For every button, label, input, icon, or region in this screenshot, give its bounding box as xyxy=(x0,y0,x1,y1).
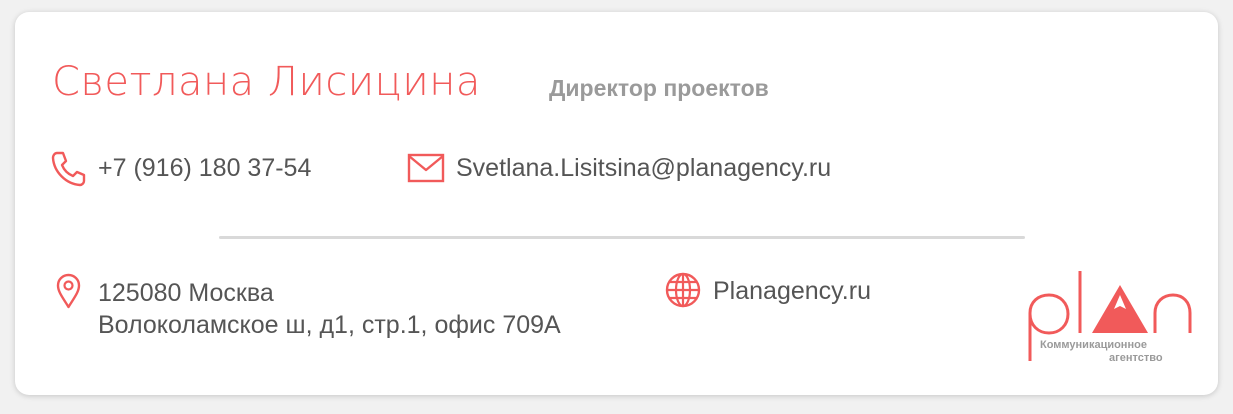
phone-number[interactable]: +7 (916) 180 37-54 xyxy=(98,153,311,183)
divider xyxy=(219,236,1025,239)
globe-icon xyxy=(665,272,701,308)
job-title: Директор проектов xyxy=(549,75,769,101)
phone-icon xyxy=(51,151,86,187)
logo-subtitle-line-2: агентство xyxy=(1109,352,1163,364)
logo-subtitle-line-1: Коммуникационное xyxy=(1040,339,1147,351)
address-line-1: 125080 Москва xyxy=(98,279,274,307)
email-link[interactable]: Svetlana.Lisitsina@planagency.ru xyxy=(456,153,831,183)
address-line-2: Волоколамское ш, д1, стр.1, офис 709А xyxy=(98,311,561,339)
website-link[interactable]: Planagency.ru xyxy=(713,276,871,306)
envelope-icon xyxy=(407,153,445,183)
map-pin-icon xyxy=(56,273,81,309)
contact-name: Светлана Лисицина xyxy=(52,59,481,105)
